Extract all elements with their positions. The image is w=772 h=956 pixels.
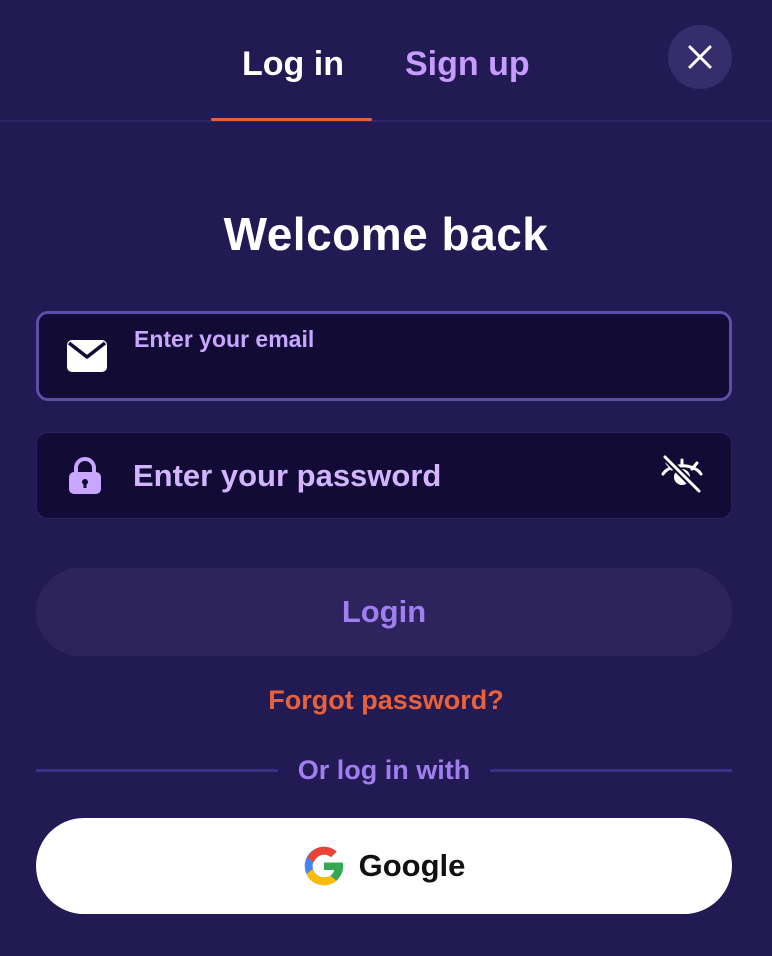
divider-right-line: [490, 769, 732, 772]
toggle-password-visibility-button[interactable]: [659, 451, 705, 497]
page-title: Welcome back: [223, 208, 549, 260]
close-button[interactable]: [668, 25, 732, 89]
login-button[interactable]: Login: [36, 568, 732, 656]
envelope-icon: [66, 339, 108, 373]
close-icon: [688, 45, 712, 69]
google-login-button[interactable]: Google: [36, 818, 732, 914]
eye-slash-icon: [661, 453, 703, 495]
tab-signup[interactable]: Sign up: [405, 40, 530, 88]
password-input[interactable]: [133, 455, 633, 497]
divider-text: Or log in with: [297, 755, 471, 785]
header-bar: Log in Sign up: [0, 0, 772, 122]
active-tab-indicator: [211, 118, 372, 121]
password-field[interactable]: [36, 432, 732, 519]
email-field[interactable]: Enter your email: [36, 311, 732, 401]
lock-icon: [68, 457, 102, 495]
divider-left-line: [36, 769, 278, 772]
email-field-label: Enter your email: [134, 326, 315, 352]
google-button-label: Google: [358, 848, 466, 883]
email-input[interactable]: [134, 356, 694, 390]
google-icon: [303, 845, 345, 887]
tab-login[interactable]: Log in: [242, 40, 344, 88]
forgot-password-link[interactable]: Forgot password?: [0, 682, 772, 718]
